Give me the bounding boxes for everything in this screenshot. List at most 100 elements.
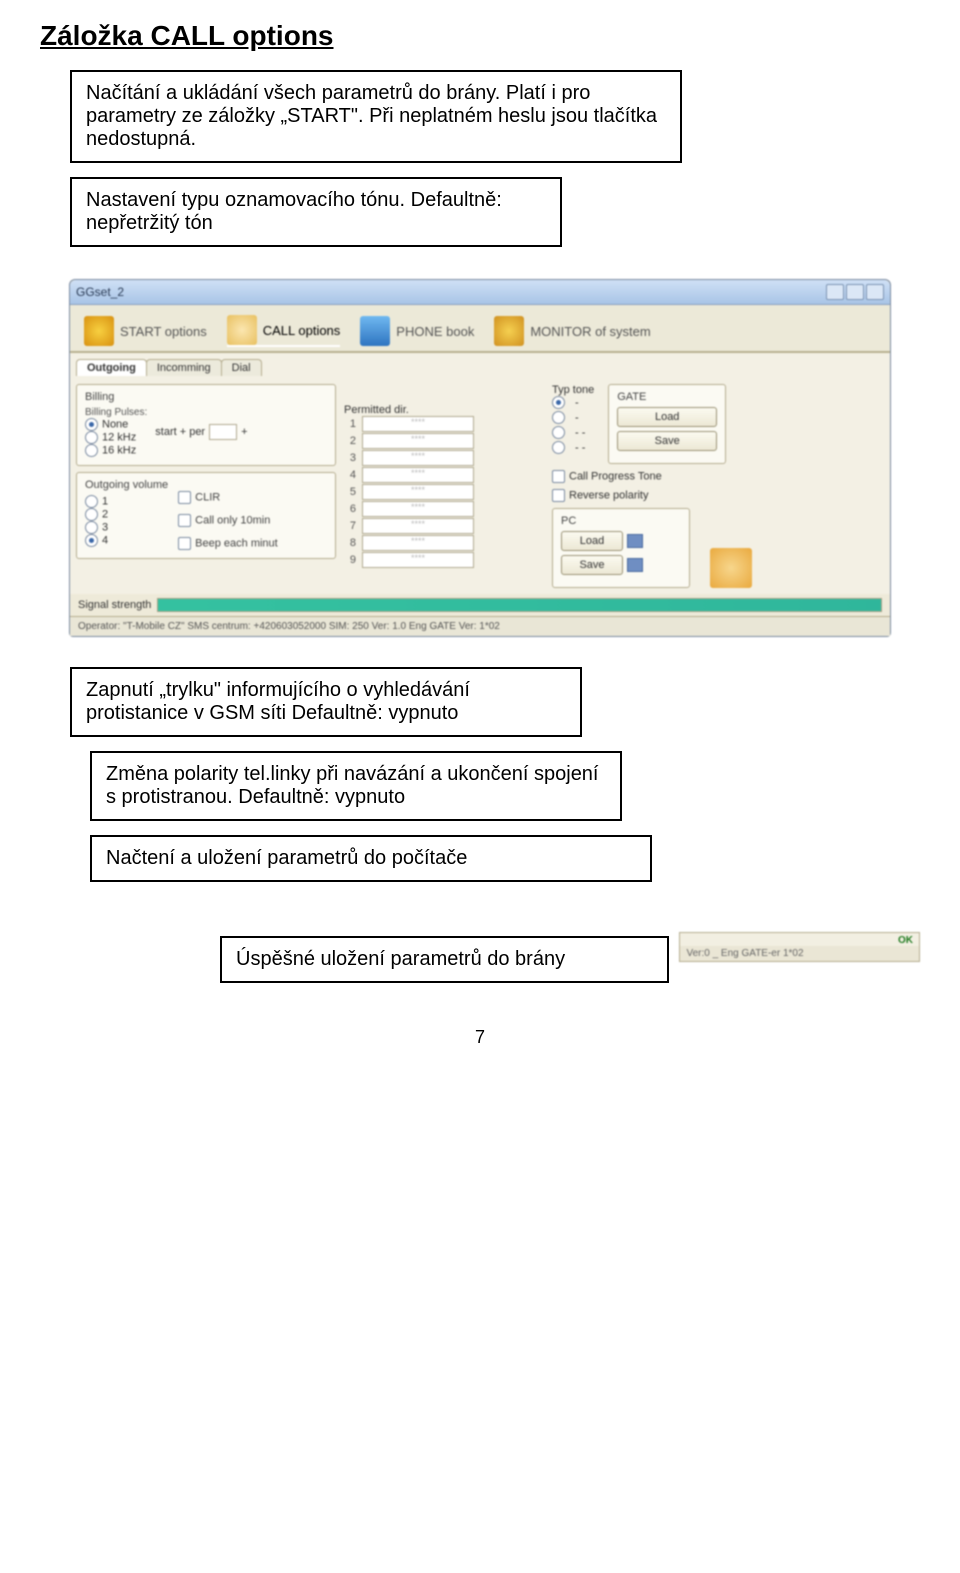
gate-load-button[interactable]: Load xyxy=(617,407,717,427)
billing-none[interactable]: None xyxy=(85,418,147,431)
info-box-pc-load-save: Načtení a uložení parametrů do počítače xyxy=(90,835,652,882)
monitor-icon xyxy=(494,316,524,346)
startper-label: start + per xyxy=(155,426,205,438)
small-status: OK Ver:0 _ Eng GATE-er 1*02 xyxy=(679,932,920,962)
info-box-success: Úspěšné uložení parametrů do brány xyxy=(220,936,669,983)
sub-tabs: Outgoing Incomming Dial xyxy=(76,359,884,376)
permitted-title: Permitted dir. xyxy=(344,404,474,416)
phone-icon xyxy=(360,316,390,346)
permitted-row: 9 **** xyxy=(344,552,474,568)
tab-start-options[interactable]: START options xyxy=(84,316,207,346)
outgoing-vol-group: Outgoing volume 1 2 3 4 CLIR Call only 1… xyxy=(76,472,336,559)
subtab-dial[interactable]: Dial xyxy=(221,359,262,376)
permitted-index: 4 xyxy=(344,469,356,481)
gate-group: GATE Load Save xyxy=(608,384,726,464)
billing-group: Billing Billing Pulses: None 12 kHz 16 k… xyxy=(76,384,336,466)
permitted-input[interactable]: **** xyxy=(362,535,474,551)
permitted-input[interactable]: **** xyxy=(362,416,474,432)
vol-1[interactable]: 1 xyxy=(85,495,168,508)
tab-label: CALL options xyxy=(263,323,341,338)
billing-title: Billing xyxy=(85,391,327,403)
tab-monitor[interactable]: MONITOR of system xyxy=(494,316,650,346)
permitted-row: 3 **** xyxy=(344,450,474,466)
permitted-row: 5**** xyxy=(344,484,474,500)
permitted-index: 6 xyxy=(344,503,356,515)
pc-load-button[interactable]: Load xyxy=(561,531,623,551)
info-box-dial-tone: Nastavení typu oznamovacího tónu. Defaul… xyxy=(70,177,562,247)
vol-2[interactable]: 2 xyxy=(85,508,168,521)
tone-opt-3[interactable]: - - xyxy=(552,426,594,439)
tone-opt-4[interactable]: - - xyxy=(552,441,594,454)
permitted-input[interactable]: **** xyxy=(362,450,474,466)
permitted-index: 2 xyxy=(344,435,356,447)
vol-4[interactable]: 4 xyxy=(85,534,168,547)
main-tabs: START options CALL options PHONE book MO… xyxy=(70,305,890,353)
app-window: GGset_2 START options CALL options PHONE… xyxy=(69,279,891,637)
signal-label: Signal strength xyxy=(78,599,151,611)
permitted-index: 9 xyxy=(344,554,356,566)
permitted-row: 2 **** xyxy=(344,433,474,449)
billing-16khz[interactable]: 16 kHz xyxy=(85,444,147,457)
permitted-index: 1 xyxy=(344,418,356,430)
status-ok: OK xyxy=(680,933,919,946)
out-vol-title: Outgoing volume xyxy=(85,479,168,491)
titlebar: GGset_2 xyxy=(70,280,890,305)
disk-icon xyxy=(627,534,643,548)
permitted-input[interactable]: **** xyxy=(362,467,474,483)
status-line2: Ver:0 _ Eng GATE-er 1*02 xyxy=(680,946,919,961)
info-box-trylku: Zapnutí „trylku" informujícího o vyhledá… xyxy=(70,667,582,737)
start-icon xyxy=(84,316,114,346)
billing-pulses-label: Billing Pulses: xyxy=(85,407,147,418)
minimize-icon[interactable] xyxy=(826,284,844,300)
clir-checkbox[interactable]: CLIR xyxy=(178,491,278,504)
tab-phone-book[interactable]: PHONE book xyxy=(360,316,474,346)
permitted-index: 8 xyxy=(344,537,356,549)
page-number: 7 xyxy=(40,1027,920,1048)
permitted-row: 1 **** xyxy=(344,416,474,432)
vol-3[interactable]: 3 xyxy=(85,521,168,534)
disk-icon xyxy=(627,558,643,572)
page-title: Záložka CALL options xyxy=(40,20,920,52)
billing-12khz[interactable]: 12 kHz xyxy=(85,431,147,444)
permitted-input[interactable]: **** xyxy=(362,518,474,534)
gate-title: GATE xyxy=(617,391,717,403)
permitted-index: 3 xyxy=(344,452,356,464)
maximize-icon[interactable] xyxy=(846,284,864,300)
permitted-dir: Permitted dir. 1****2****3****4****5****… xyxy=(344,404,474,568)
permitted-row: 6 **** xyxy=(344,501,474,517)
typ-tone-title: Typ tone xyxy=(552,384,594,396)
beepeach-checkbox[interactable]: Beep each minut xyxy=(178,537,278,550)
subtab-outgoing[interactable]: Outgoing xyxy=(76,359,147,376)
subtab-incoming[interactable]: Incomming xyxy=(146,359,222,376)
info-box-polarity: Změna polarity tel.linky při navázání a … xyxy=(90,751,622,821)
window-title: GGset_2 xyxy=(76,285,124,299)
permitted-row: 7 **** xyxy=(344,518,474,534)
info-box-load-save-gate: Načítání a ukládání všech parametrů do b… xyxy=(70,70,682,163)
pc-save-button[interactable]: Save xyxy=(561,555,623,575)
permitted-input[interactable]: **** xyxy=(362,484,474,500)
permitted-row: 4 **** xyxy=(344,467,474,483)
call-progress-checkbox[interactable]: Call Progress Tone xyxy=(552,470,752,483)
startper-plus: + xyxy=(241,426,247,438)
permitted-input[interactable]: **** xyxy=(362,433,474,449)
signal-bar xyxy=(157,598,882,612)
gate-save-button[interactable]: Save xyxy=(617,431,717,451)
signal-row: Signal strength xyxy=(70,594,890,616)
tab-call-options[interactable]: CALL options xyxy=(227,315,341,347)
startper-select[interactable] xyxy=(209,424,237,440)
tab-label: PHONE book xyxy=(396,324,474,339)
pc-group: PC Load Save xyxy=(552,508,690,588)
tone-opt-2[interactable]: - xyxy=(552,411,594,424)
close-icon[interactable] xyxy=(866,284,884,300)
tone-opt-1[interactable]: - xyxy=(552,396,594,409)
permitted-index: 7 xyxy=(344,520,356,532)
pc-title: PC xyxy=(561,515,681,527)
reverse-polarity-checkbox[interactable]: Reverse polarity xyxy=(552,489,752,502)
typ-tone-group: Typ tone - - - - - - xyxy=(552,384,594,464)
permitted-input[interactable]: **** xyxy=(362,501,474,517)
callonly-checkbox[interactable]: Call only 10min xyxy=(178,514,278,527)
face-icon xyxy=(710,548,752,588)
call-icon xyxy=(227,315,257,345)
permitted-input[interactable]: **** xyxy=(362,552,474,568)
tab-label: START options xyxy=(120,324,207,339)
